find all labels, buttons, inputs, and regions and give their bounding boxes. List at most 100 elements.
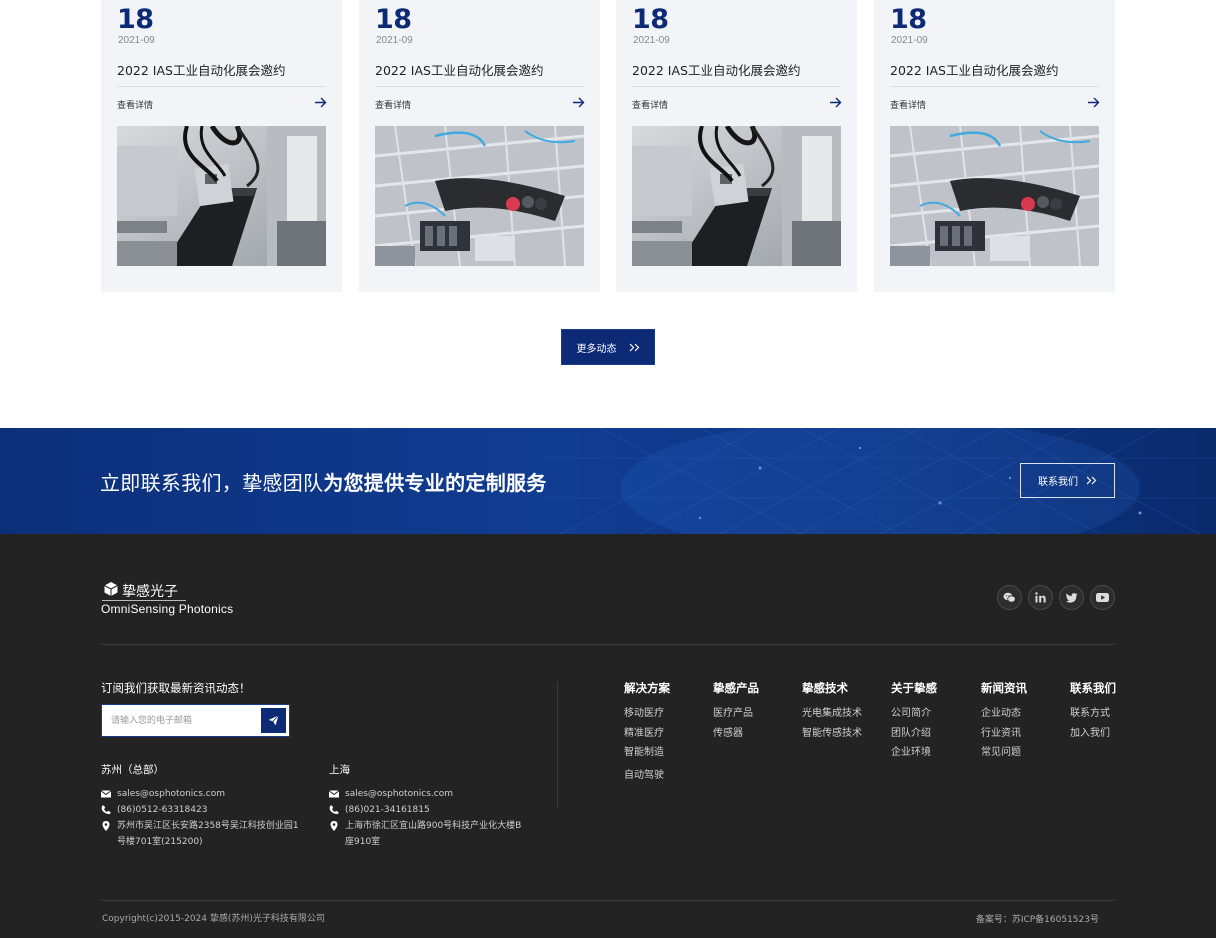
office-name: 苏州（总部） <box>101 764 164 776</box>
subscribe-submit-button[interactable] <box>261 708 286 733</box>
contact-us-label: 联系我们 <box>1038 477 1078 488</box>
footer-column-title[interactable]: 挚感技术 <box>802 680 862 696</box>
footer-link[interactable]: 行业资讯 <box>981 724 1027 744</box>
news-card[interactable]: 18 2021-09 2022 IAS工业自动化展会邀约 查看详情 <box>874 0 1115 292</box>
twitter-icon[interactable] <box>1059 585 1084 610</box>
footer-link[interactable]: 联系方式 <box>1070 704 1116 724</box>
view-details-link[interactable]: 查看详情 <box>117 98 153 111</box>
view-details-link[interactable]: 查看详情 <box>632 98 668 111</box>
footer-column-title[interactable]: 解决方案 <box>624 680 670 696</box>
robotic-arm-conveyor-photo[interactable] <box>632 126 841 266</box>
banner-slogan: 立即联系我们，挚感团队为您提供专业的定制服务 <box>100 467 547 496</box>
location-pin-icon <box>102 821 110 831</box>
view-details-link[interactable]: 查看详情 <box>890 98 926 111</box>
office-address-text: 上海市徐汇区宜山路900号科技产业化大楼B座910室 <box>345 821 522 847</box>
news-card[interactable]: 18 2021-09 2022 IAS工业自动化展会邀约 查看详情 <box>616 0 857 292</box>
news-title[interactable]: 2022 IAS工业自动化展会邀约 <box>632 60 800 79</box>
slogan-light-text: 立即联系我们，挚感团队 <box>100 471 324 495</box>
arrow-right-icon[interactable] <box>829 96 842 109</box>
contact-banner: 立即联系我们，挚感团队为您提供专业的定制服务 联系我们 <box>0 428 1216 534</box>
footer-link[interactable]: 精准医疗 <box>624 724 670 744</box>
footer-link[interactable]: 移动医疗 <box>624 704 670 724</box>
subscribe-form <box>101 704 290 737</box>
robotic-arm-conveyor-photo[interactable] <box>117 126 326 266</box>
office-email-text: sales@osphotonics.com <box>117 789 226 799</box>
double-chevron-right-icon <box>1086 476 1097 485</box>
office-phone-text: (86)021-34161815 <box>345 805 430 815</box>
news-title[interactable]: 2022 IAS工业自动化展会邀约 <box>375 60 543 79</box>
more-news-label: 更多动态 <box>576 343 617 355</box>
office-phone-text: (86)0512-63318423 <box>117 805 208 815</box>
footer-column-title[interactable]: 挚感产品 <box>713 680 759 696</box>
mail-icon <box>101 790 111 798</box>
footer-column-title[interactable]: 联系我们 <box>1070 680 1116 696</box>
footer-link[interactable]: 光电集成技术 <box>802 704 862 724</box>
company-logo[interactable]: 挚感光子 OmniSensing Photonics <box>101 581 251 617</box>
office-address: 苏州市吴江区长安路2358号吴江科技创业园1号楼701室(215200) <box>101 818 301 850</box>
footer-link[interactable]: 公司简介 <box>891 704 937 724</box>
footer-link[interactable]: 企业动态 <box>981 704 1027 724</box>
news-day: 18 <box>375 4 412 35</box>
news-month: 2021-09 <box>891 35 928 46</box>
mail-icon <box>329 790 339 798</box>
news-title[interactable]: 2022 IAS工业自动化展会邀约 <box>117 60 285 79</box>
footer-link[interactable]: 自动驾驶 <box>624 766 670 786</box>
footer-column-contact: 联系我们 联系方式 加入我们 <box>1070 680 1116 743</box>
automation-assembly-line-photo[interactable] <box>890 126 1099 266</box>
footer-link[interactable]: 智能制造 <box>624 743 670 763</box>
footer-column-title[interactable]: 关于挚感 <box>891 680 937 696</box>
more-news-button[interactable]: 更多动态 <box>561 329 655 365</box>
automation-assembly-line-photo[interactable] <box>375 126 584 266</box>
office-email[interactable]: sales@osphotonics.com <box>101 786 301 802</box>
email-input[interactable] <box>102 705 260 736</box>
slogan-bold-text: 为您提供专业的定制服务 <box>323 471 547 495</box>
footer-column-about: 关于挚感 公司简介 团队介绍 企业环境 <box>891 680 937 763</box>
office-email[interactable]: sales@osphotonics.com <box>329 786 529 802</box>
wechat-icon[interactable] <box>997 585 1022 610</box>
footer-vertical-divider <box>557 682 558 808</box>
footer-bottom-divider <box>101 900 1115 901</box>
news-day: 18 <box>632 4 669 35</box>
news-month: 2021-09 <box>376 35 413 46</box>
office-phone: (86)021-34161815 <box>329 802 529 818</box>
footer-link[interactable]: 智能传感技术 <box>802 724 862 744</box>
office-email-text: sales@osphotonics.com <box>345 789 454 799</box>
footer-link[interactable]: 传感器 <box>713 724 759 744</box>
footer-link[interactable]: 企业环境 <box>891 743 937 763</box>
office-address: 上海市徐汇区宜山路900号科技产业化大楼B座910室 <box>329 818 529 850</box>
youtube-icon[interactable] <box>1090 585 1115 610</box>
news-title[interactable]: 2022 IAS工业自动化展会邀约 <box>890 60 1058 79</box>
news-card[interactable]: 18 2021-09 2022 IAS工业自动化展会邀约 查看详情 <box>101 0 342 292</box>
news-card[interactable]: 18 2021-09 2022 IAS工业自动化展会邀约 查看详情 <box>359 0 600 292</box>
site-footer: 挚感光子 OmniSensing Photonics 订阅我们获取最新资讯动态！… <box>0 534 1216 938</box>
footer-link[interactable]: 团队介绍 <box>891 724 937 744</box>
divider <box>632 86 841 87</box>
footer-column-title[interactable]: 新闻资讯 <box>981 680 1027 696</box>
cube-logo-icon <box>104 582 118 596</box>
double-chevron-right-icon <box>629 343 639 351</box>
footer-link[interactable]: 医疗产品 <box>713 704 759 724</box>
news-card-list: 18 2021-09 2022 IAS工业自动化展会邀约 查看详情 18 202… <box>101 0 1115 292</box>
footer-link[interactable]: 加入我们 <box>1070 724 1116 744</box>
office-name: 上海 <box>329 764 350 776</box>
icp-record-link[interactable]: 备案号：苏ICP备16051523号 <box>976 912 1099 925</box>
linkedin-icon[interactable] <box>1028 585 1053 610</box>
arrow-right-icon[interactable] <box>572 96 585 109</box>
paper-plane-icon <box>268 715 279 726</box>
arrow-right-icon[interactable] <box>1087 96 1100 109</box>
footer-column-products: 挚感产品 医疗产品 传感器 <box>713 680 759 743</box>
copyright-text: Copyright(c)2015-2024 挚感(苏州)光子科技有限公司 <box>102 914 325 924</box>
footer-column-technology: 挚感技术 光电集成技术 智能传感技术 <box>802 680 862 743</box>
footer-link[interactable]: 常见问题 <box>981 743 1027 763</box>
logo-rule <box>102 600 186 601</box>
view-details-link[interactable]: 查看详情 <box>375 98 411 111</box>
office-suzhou: 苏州（总部） sales@osphotonics.com (86)0512-63… <box>101 762 301 850</box>
contact-us-button[interactable]: 联系我们 <box>1020 463 1115 498</box>
divider <box>375 86 584 87</box>
social-links <box>997 585 1115 610</box>
arrow-right-icon[interactable] <box>314 96 327 109</box>
office-phone: (86)0512-63318423 <box>101 802 301 818</box>
footer-divider <box>101 644 1115 645</box>
office-address-text: 苏州市吴江区长安路2358号吴江科技创业园1号楼701室(215200) <box>117 821 299 847</box>
office-shanghai: 上海 sales@osphotonics.com (86)021-3416181… <box>329 762 529 850</box>
